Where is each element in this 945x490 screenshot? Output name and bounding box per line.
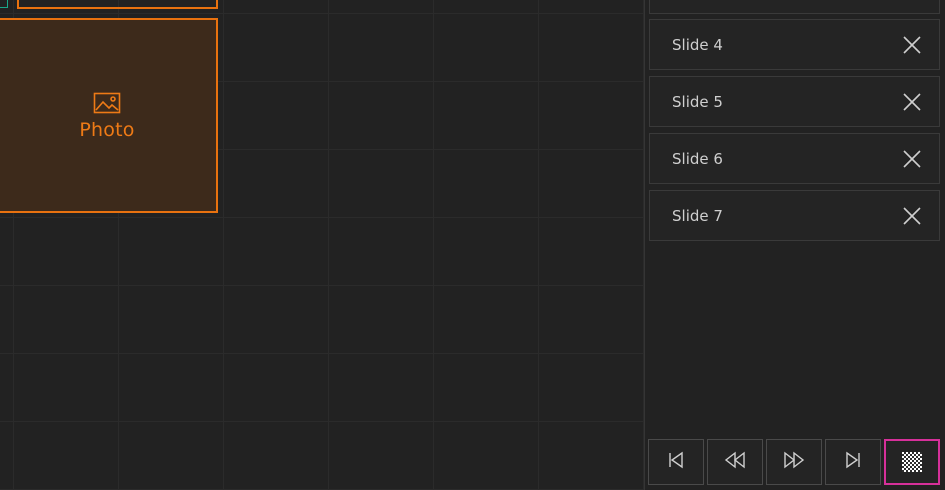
last-slide-button[interactable] [825, 439, 881, 485]
next-slide-button[interactable] [766, 439, 822, 485]
previous-slide-button[interactable] [707, 439, 763, 485]
first-slide-button[interactable] [648, 439, 704, 485]
close-icon[interactable] [901, 34, 923, 56]
fast-forward-icon [783, 451, 805, 473]
close-icon[interactable] [901, 205, 923, 227]
slide-label: Slide 4 [672, 35, 723, 54]
close-icon[interactable] [901, 148, 923, 170]
photo-label: Photo [79, 118, 135, 141]
app-window: Photo Slide 4 Slide 5 Slide 6 Slide 7 [0, 0, 945, 490]
slide-item-5[interactable]: Slide 5 [649, 76, 940, 127]
skip-to-start-icon [667, 451, 685, 473]
slides-panel: Slide 4 Slide 5 Slide 6 Slide 7 [644, 0, 945, 490]
playback-controls [648, 439, 940, 485]
close-icon[interactable] [901, 91, 923, 113]
canvas-element-frame[interactable] [17, 0, 218, 9]
slide-item-partial[interactable] [649, 0, 940, 14]
selected-element-frame[interactable] [0, 0, 8, 8]
slide-canvas[interactable]: Photo [0, 0, 644, 490]
slide-item-4[interactable]: Slide 4 [649, 19, 940, 70]
transparency-toggle-button[interactable] [884, 439, 940, 485]
checkerboard-icon [902, 452, 922, 472]
slide-label: Slide 7 [672, 206, 723, 225]
skip-to-end-icon [844, 451, 862, 473]
photo-placeholder[interactable]: Photo [0, 18, 218, 213]
slide-item-6[interactable]: Slide 6 [649, 133, 940, 184]
slide-label: Slide 6 [672, 149, 723, 168]
slide-label: Slide 5 [672, 92, 723, 111]
rewind-icon [724, 451, 746, 473]
slide-item-7[interactable]: Slide 7 [649, 190, 940, 241]
image-icon [93, 91, 121, 115]
